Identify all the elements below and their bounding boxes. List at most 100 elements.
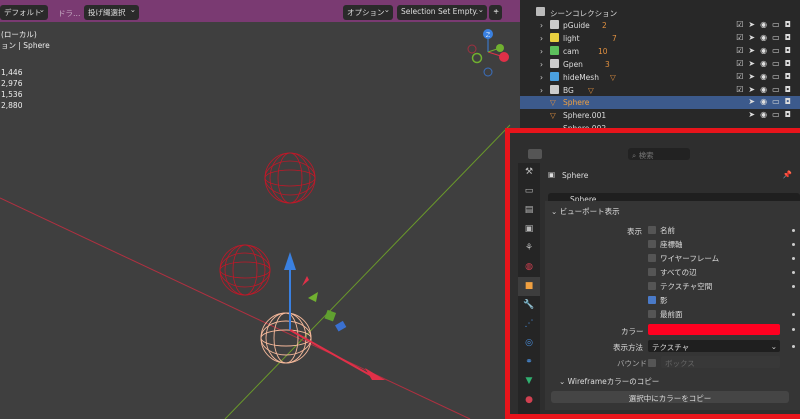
- outliner-item[interactable]: › Gpen 3 ☑➤◉▭◘: [520, 58, 800, 71]
- shading-dropdown[interactable]: デフォルト: [0, 5, 48, 20]
- keyframe-dot[interactable]: [792, 285, 795, 288]
- bounds-checkbox[interactable]: [648, 359, 656, 367]
- bounds-label: バウンド: [617, 359, 647, 368]
- stat-3: 2,880: [1, 101, 23, 110]
- option-label: 影: [660, 296, 668, 305]
- color-label: カラー: [621, 327, 644, 336]
- visibility-icons[interactable]: ☑➤◉▭◘: [736, 72, 796, 81]
- visibility-icons[interactable]: ➤◉▭◘: [748, 110, 796, 119]
- color-swatch[interactable]: [648, 324, 780, 335]
- keyframe-dot[interactable]: [792, 243, 795, 246]
- option-label: テクスチャ空間: [660, 282, 713, 291]
- y-gizmo: [308, 292, 318, 302]
- stat-0: 1,446: [1, 68, 23, 77]
- collection-label: ョン | Sphere: [1, 41, 50, 50]
- collection-icon: [550, 33, 559, 42]
- mesh-icon: ▽: [550, 111, 556, 120]
- collection-icon: [550, 20, 559, 29]
- outliner-item[interactable]: › pGuide 2 ☑➤◉▭◘: [520, 19, 800, 32]
- render-tab[interactable]: ▭: [518, 182, 540, 201]
- properties-editor: ⌕ 検索 ⚒ ▭ ▤ ▣ ⚘ ◍ ■ 🔧 ⋰ ◎ ⚭ ▼ ● ▣ Sphere …: [510, 133, 800, 414]
- options-dropdown[interactable]: オプション: [343, 5, 393, 20]
- output-tab[interactable]: ▤: [518, 201, 540, 220]
- mesh-icon: ▽: [550, 98, 556, 107]
- show-label: 表示: [627, 227, 642, 236]
- outliner-item[interactable]: › light 7 ☑➤◉▭◘: [520, 32, 800, 45]
- world-tab[interactable]: ◍: [518, 258, 540, 277]
- collection-icon: [550, 59, 559, 68]
- data-tab[interactable]: ▼: [518, 372, 540, 391]
- select-mode-dropdown[interactable]: 投げ縄選択: [84, 5, 139, 20]
- option-checkbox[interactable]: [648, 310, 656, 318]
- option-label: 座標軸: [660, 240, 683, 249]
- object-tab[interactable]: ■: [518, 277, 540, 296]
- search-input[interactable]: ⌕ 検索: [628, 148, 690, 160]
- outliner-item[interactable]: › cam 10 ☑➤◉▭◘: [520, 45, 800, 58]
- scene-tab[interactable]: ⚘: [518, 239, 540, 258]
- material-tab[interactable]: ●: [518, 391, 540, 410]
- collection-icon: [536, 7, 545, 16]
- visibility-icons[interactable]: ☑➤◉▭◘: [736, 85, 796, 94]
- properties-highlight-frame: ⌕ 検索 ⚒ ▭ ▤ ▣ ⚘ ◍ ■ 🔧 ⋰ ◎ ⚭ ▼ ● ▣ Sphere …: [505, 128, 800, 419]
- bounds-dropdown[interactable]: ボックス: [661, 356, 780, 368]
- y-axis-line: [224, 124, 511, 419]
- physics-tab[interactable]: ◎: [518, 334, 540, 353]
- visibility-icons[interactable]: ☑➤◉▭◘: [736, 59, 796, 68]
- properties-tabs: ⚒ ▭ ▤ ▣ ⚘ ◍ ■ 🔧 ⋰ ◎ ⚭ ▼ ●: [518, 163, 540, 414]
- option-checkbox[interactable]: [648, 282, 656, 290]
- constraints-tab[interactable]: ⚭: [518, 353, 540, 372]
- stat-1: 2,976: [1, 79, 23, 88]
- outliner-item[interactable]: › hideMesh ▽ ☑➤◉▭◘: [520, 71, 800, 84]
- keyframe-dot[interactable]: [792, 313, 795, 316]
- selection-set-dropdown[interactable]: Selection Set Empty.: [397, 5, 487, 20]
- keyframe-dot[interactable]: [792, 271, 795, 274]
- wire-sphere-left: [219, 244, 271, 296]
- modifier-tab[interactable]: 🔧: [518, 296, 540, 315]
- tool-tab[interactable]: ⚒: [518, 163, 540, 182]
- option-checkbox[interactable]: [648, 268, 656, 276]
- outliner-object-sphere[interactable]: ▽ Sphere ➤◉▭◘: [520, 96, 800, 109]
- display-as-dropdown[interactable]: テクスチャ ⌄: [648, 340, 780, 352]
- viewport-display-panel: ⌄ ビューポート表示 表示 名前 座標軸 ワイヤーフレーム すべての辺 テクスチ…: [545, 201, 800, 410]
- outliner: シーンコレクション › pGuide 2 ☑➤◉▭◘ › light 7 ☑➤◉▭◘ › ca…: [520, 0, 800, 133]
- copy-color-button[interactable]: 選択中にカラーをコピー: [551, 391, 789, 403]
- visibility-icons[interactable]: ☑➤◉▭◘: [736, 20, 796, 29]
- collection-icon: [550, 85, 559, 94]
- pin-icon[interactable]: 📌: [783, 170, 792, 179]
- object-icon: ▣: [548, 170, 556, 179]
- outliner-object[interactable]: ▽ Sphere.001 ➤◉▭◘: [520, 109, 800, 122]
- collection-icon: [550, 46, 559, 55]
- section-header[interactable]: ⌄ ビューポート表示: [551, 206, 620, 217]
- view-layer-tab[interactable]: ▣: [518, 220, 540, 239]
- keyframe-dot[interactable]: [792, 257, 795, 260]
- view-local-label: (ローカル): [1, 30, 37, 39]
- option-checkbox[interactable]: [648, 240, 656, 248]
- drag-label: ドラ…: [58, 9, 81, 18]
- visibility-icons[interactable]: ☑➤◉▭◘: [736, 46, 796, 55]
- search-icon: ⌕: [632, 151, 639, 160]
- 3d-viewport[interactable]: Z デフォルト ドラ… 投げ縄選択 オプション Selection Set Em…: [0, 0, 520, 419]
- object-name: Sphere: [562, 171, 589, 180]
- option-label: すべての辺: [660, 268, 697, 277]
- scene-collection[interactable]: シーンコレクション: [520, 6, 800, 19]
- display-as-label: 表示方法: [613, 343, 643, 352]
- scene-canvas[interactable]: Z: [0, 0, 520, 419]
- keyframe-dot[interactable]: [792, 229, 795, 232]
- collection-icon: [550, 72, 559, 81]
- navigation-gizmo: Z: [467, 29, 509, 77]
- option-label: 名前: [660, 226, 675, 235]
- wire-sphere-top: [264, 152, 316, 204]
- option-checkbox[interactable]: [648, 296, 656, 304]
- option-label: 最前面: [660, 310, 683, 319]
- visibility-icons[interactable]: ➤◉▭◘: [748, 97, 796, 106]
- visibility-icons[interactable]: ☑➤◉▭◘: [736, 33, 796, 42]
- add-button[interactable]: +: [489, 5, 502, 20]
- stat-2: 1,536: [1, 90, 23, 99]
- particles-tab[interactable]: ⋰: [518, 315, 540, 334]
- x-axis-line: [0, 197, 471, 419]
- subsection-header[interactable]: ⌄ Wireframeカラーのコピー: [559, 376, 659, 387]
- option-checkbox[interactable]: [648, 226, 656, 234]
- option-checkbox[interactable]: [648, 254, 656, 262]
- option-label: ワイヤーフレーム: [660, 254, 720, 263]
- editor-type-button[interactable]: [528, 149, 542, 159]
